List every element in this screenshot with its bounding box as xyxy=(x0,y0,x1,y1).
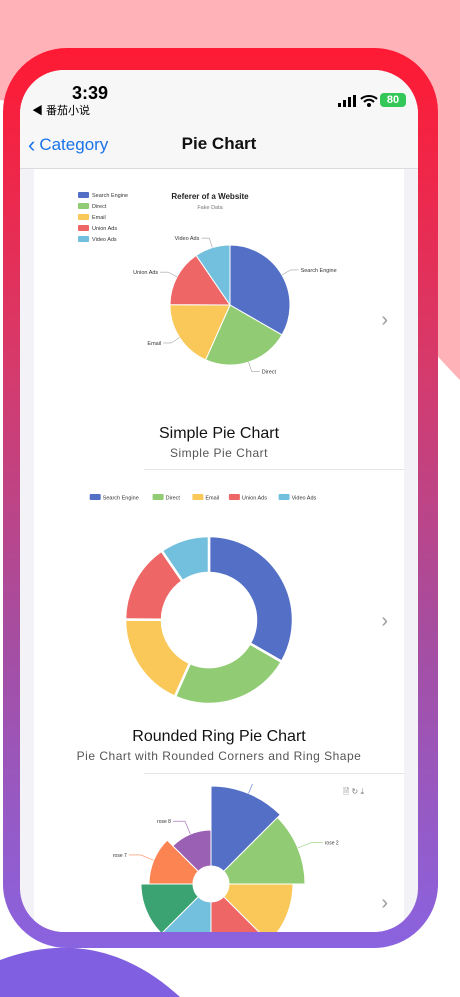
data-label-rose-2: rose 2 xyxy=(325,841,339,847)
label-line-rose-8 xyxy=(172,820,191,835)
data-label-email: Email xyxy=(147,341,161,347)
data-label-video-ads: Video Ads xyxy=(175,236,200,242)
legend-label-union-ads[interactable]: Union Ads xyxy=(242,496,267,502)
status-bar: 3:39 ◀ 番茄小说 80 xyxy=(20,70,418,120)
legend-label-video-ads[interactable]: Video Ads xyxy=(292,496,317,502)
data-label-direct: Direct xyxy=(262,370,277,376)
chevron-right-icon: › xyxy=(381,309,388,331)
cell-subtitle: Simple Pie Chart xyxy=(169,446,269,460)
legend-label-union-ads[interactable]: Union Ads xyxy=(92,226,117,232)
chart-list: Referer of a Website Fake Data Search Engi… xyxy=(34,169,404,932)
chart-title: Referer of a Website xyxy=(171,192,249,201)
legend-label-email[interactable]: Email xyxy=(205,496,219,502)
list-item-simple-pie[interactable]: Referer of a Website Fake Data Search Engi… xyxy=(34,169,404,469)
nightingale-chart: rose 1 rose 2 rose 7 rose 8 xyxy=(113,784,339,932)
legend-swatch-email[interactable] xyxy=(192,494,204,500)
battery-indicator: 80 xyxy=(380,93,406,107)
chevron-right-icon: › xyxy=(381,610,388,632)
legend-swatch-union-ads[interactable] xyxy=(228,494,240,500)
label-line-search-engine xyxy=(281,269,299,276)
rounded-ring-chart: Search Engine Direct Email Union Ads Video A… xyxy=(89,494,317,706)
legend-swatch-video-ads[interactable] xyxy=(278,494,290,500)
simple-pie-chart: Referer of a Website Fake Data Search Engi… xyxy=(78,192,337,376)
cell-subtitle: Pie Chart with Rounded Corners and Ring … xyxy=(76,749,362,763)
legend-swatch-direct[interactable] xyxy=(78,203,89,209)
legend-label-direct[interactable]: Direct xyxy=(166,496,181,502)
cell-title: Rounded Ring Pie Chart xyxy=(132,728,306,745)
cellular-signal-icon xyxy=(338,95,356,107)
label-line-rose-2 xyxy=(297,842,323,849)
label-line-video-ads xyxy=(201,237,213,248)
phone-screen: 3:39 ◀ 番茄小说 80 ‹ Category Pie Chart Refer… xyxy=(20,70,418,932)
status-time: 3:39 xyxy=(72,83,109,103)
legend-swatch-direct[interactable] xyxy=(152,494,164,500)
data-label-search-engine: Search Engine xyxy=(301,268,337,274)
list-item-nightingale[interactable]: rose 1 rose 2 rose 7 rose 8 🗎 ↻ ⤓ › xyxy=(34,774,404,932)
data-label-union-ads: Union Ads xyxy=(133,270,158,276)
label-line-direct xyxy=(248,361,260,372)
download-icon[interactable]: ⤓ xyxy=(360,787,364,796)
cell-title: Simple Pie Chart xyxy=(158,425,280,442)
wifi-icon xyxy=(360,95,378,107)
label-line-union-ads xyxy=(160,271,178,278)
data-view-icon[interactable]: 🗎 xyxy=(343,787,349,796)
legend-label-video-ads[interactable]: Video Ads xyxy=(92,237,117,243)
data-label-rose-8: rose 8 xyxy=(157,819,171,825)
legend-swatch-video-ads[interactable] xyxy=(78,236,89,242)
legend-swatch-union-ads[interactable] xyxy=(78,225,89,231)
page-title: Pie Chart xyxy=(181,134,257,153)
data-label-rose-7: rose 7 xyxy=(113,853,127,859)
label-line-rose-7 xyxy=(128,854,154,861)
legend-swatch-search-engine[interactable] xyxy=(78,192,89,198)
legend-swatch-search-engine[interactable] xyxy=(89,494,101,500)
legend-label-search-engine[interactable]: Search Engine xyxy=(92,193,128,199)
label-line-rose-1 xyxy=(248,784,253,794)
back-to-app-link[interactable]: ◀ 番茄小说 xyxy=(32,102,90,118)
legend-label-search-engine[interactable]: Search Engine xyxy=(103,496,139,502)
list-item-rounded-ring[interactable]: Search Engine Direct Email Union Ads Video A… xyxy=(34,470,404,775)
chart-subtitle: Fake Data xyxy=(197,205,223,211)
legend-label-direct[interactable]: Direct xyxy=(92,204,107,210)
navigation-bar: ‹ Category Pie Chart xyxy=(20,120,418,169)
legend-swatch-email[interactable] xyxy=(78,214,89,220)
label-line-email xyxy=(163,337,180,344)
ring-slice-email[interactable] xyxy=(123,618,192,699)
restore-icon[interactable]: ↻ xyxy=(352,787,359,796)
chevron-right-icon: › xyxy=(381,892,388,914)
ring-slice-direct[interactable] xyxy=(173,642,284,706)
chart-toolbox[interactable]: 🗎 ↻ ⤓ xyxy=(343,786,364,800)
legend-label-email[interactable]: Email xyxy=(92,215,106,221)
data-label-rose-1: rose 1 xyxy=(268,784,282,785)
